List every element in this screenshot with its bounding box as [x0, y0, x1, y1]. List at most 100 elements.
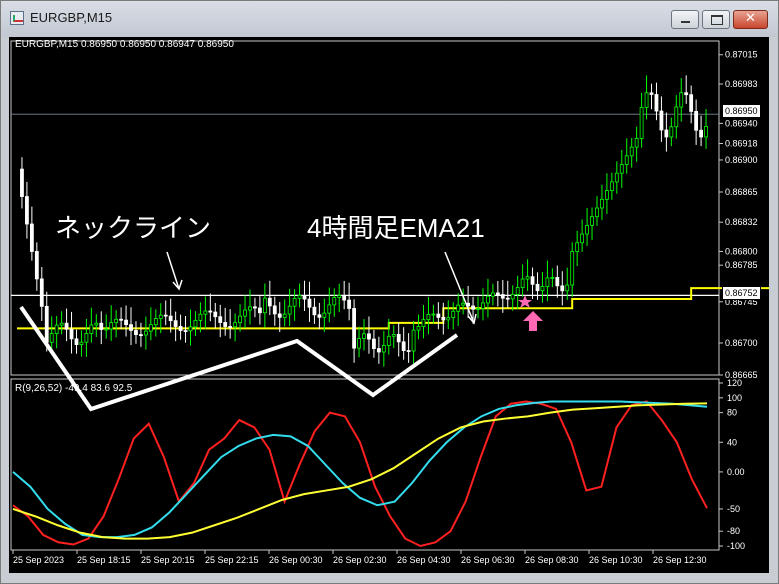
chart-icon [10, 11, 24, 25]
candle-body [401, 341, 406, 351]
candle-body [327, 304, 332, 314]
candle-body [585, 224, 589, 235]
candle-body [481, 302, 485, 309]
candle-body [238, 315, 242, 324]
time-tick-label: 26 Sep 02:30 [333, 555, 387, 565]
candle-body [243, 309, 247, 317]
candle-body [54, 324, 59, 335]
price-tick-label: 0.86940 [725, 118, 758, 128]
ema-line [17, 287, 769, 330]
oscillator-axis: 120 100 80 40 0.00 -50 -80 -100 [719, 378, 745, 551]
time-tick-label: 26 Sep 12:30 [653, 555, 707, 565]
time-tick-label: 26 Sep 00:30 [269, 555, 323, 565]
candle-body [644, 92, 649, 108]
candle-body [178, 326, 183, 331]
candle-body [357, 338, 361, 349]
candle-body [649, 92, 654, 95]
osc-mid-line [12, 400, 708, 539]
candle-body [213, 311, 218, 318]
candle-body [689, 94, 694, 112]
candle-body [84, 333, 89, 343]
osc-tick-label: -80 [727, 526, 740, 536]
price-tick-label: 0.86785 [725, 260, 758, 270]
osc-tick-label: 40 [727, 437, 737, 447]
candle-body [436, 313, 441, 318]
price-axis: 0.87015 0.86983 0.86940 0.86918 0.86900 0.868… [719, 50, 758, 380]
candle-body [248, 306, 252, 311]
candle-body [198, 313, 203, 321]
price-tick-label: 0.86900 [725, 155, 758, 165]
candle-body [639, 106, 644, 139]
candle-body [490, 292, 495, 297]
candle-body [59, 322, 64, 326]
candle-body [163, 314, 168, 317]
candle-body [297, 295, 302, 299]
candle-body [208, 310, 213, 313]
candle-body [89, 324, 94, 334]
candle-body [590, 216, 594, 226]
maximize-button[interactable] [702, 10, 730, 29]
candle-body [446, 317, 451, 321]
osc-tick-label: 80 [727, 408, 737, 418]
candle-body [257, 307, 262, 314]
candle-body [520, 278, 525, 288]
candle-body [49, 333, 54, 343]
window-title: EURGBP,M15 [30, 10, 113, 25]
candle-body [505, 297, 510, 300]
candle-body [148, 324, 153, 332]
price-tick-label: 0.86983 [725, 79, 758, 89]
neckline-price-badge: 0.86752 [722, 286, 761, 300]
candle-body [416, 326, 421, 331]
oscillator-info: R(9,26,52) -49.4 83.6 92.5 [15, 383, 133, 394]
candle-body [605, 190, 609, 200]
candle-body [396, 333, 401, 343]
time-tick-label: 26 Sep 08:30 [525, 555, 579, 565]
candle-body [619, 164, 624, 174]
candle-body [659, 110, 664, 131]
candle-body [337, 295, 342, 298]
osc-fast-line [12, 400, 708, 548]
candle-body [282, 313, 287, 318]
neckline-pointer [166, 251, 180, 290]
candle-body [168, 315, 173, 322]
candle-body [307, 298, 312, 308]
candle-body [317, 314, 322, 318]
osc-tick-label: 120 [727, 378, 742, 388]
candle-body [322, 312, 327, 318]
chart-canvas[interactable]: 0.87015 0.86983 0.86940 0.86918 0.86900 0.868… [9, 37, 769, 573]
candle-body [624, 155, 629, 165]
candle-body [114, 318, 119, 324]
candle-body [441, 317, 446, 321]
candle-body [158, 314, 163, 319]
candle-body [69, 328, 74, 340]
candle-body [560, 285, 565, 292]
candle-body [332, 297, 337, 306]
candle-body [312, 306, 317, 316]
time-tick-label: 25 Sep 20:15 [141, 555, 195, 565]
osc-tick-label: -50 [727, 504, 740, 514]
candle-body [456, 304, 461, 312]
current-price-badge: 0.86950 [722, 104, 761, 118]
candle-body [79, 341, 84, 345]
candle-body [486, 295, 490, 304]
candle-body [421, 319, 426, 327]
candle-body [188, 326, 193, 332]
close-button[interactable] [733, 10, 768, 29]
ema-pointer [444, 251, 475, 324]
chart-area[interactable]: 0.87015 0.86983 0.86940 0.86918 0.86900 0.868… [9, 37, 769, 573]
candle-body [223, 322, 228, 327]
horizontal-lines [11, 113, 719, 296]
candle-body [134, 330, 138, 336]
candle-body [228, 326, 233, 328]
candle-body [376, 348, 381, 353]
candle-body [64, 322, 69, 330]
candle-body [600, 198, 604, 209]
symbol-info: EURGBP,M15 0.86950 0.86950 0.86947 0.869… [15, 39, 234, 50]
candle-body [367, 333, 371, 340]
osc-tick-label: 0.00 [727, 467, 745, 477]
title-bar[interactable]: EURGBP,M15 [1, 1, 778, 37]
price-tick-label: 0.87015 [725, 50, 758, 60]
candle-body [629, 146, 634, 157]
minimize-button[interactable] [671, 10, 699, 29]
candle-body [183, 330, 188, 332]
